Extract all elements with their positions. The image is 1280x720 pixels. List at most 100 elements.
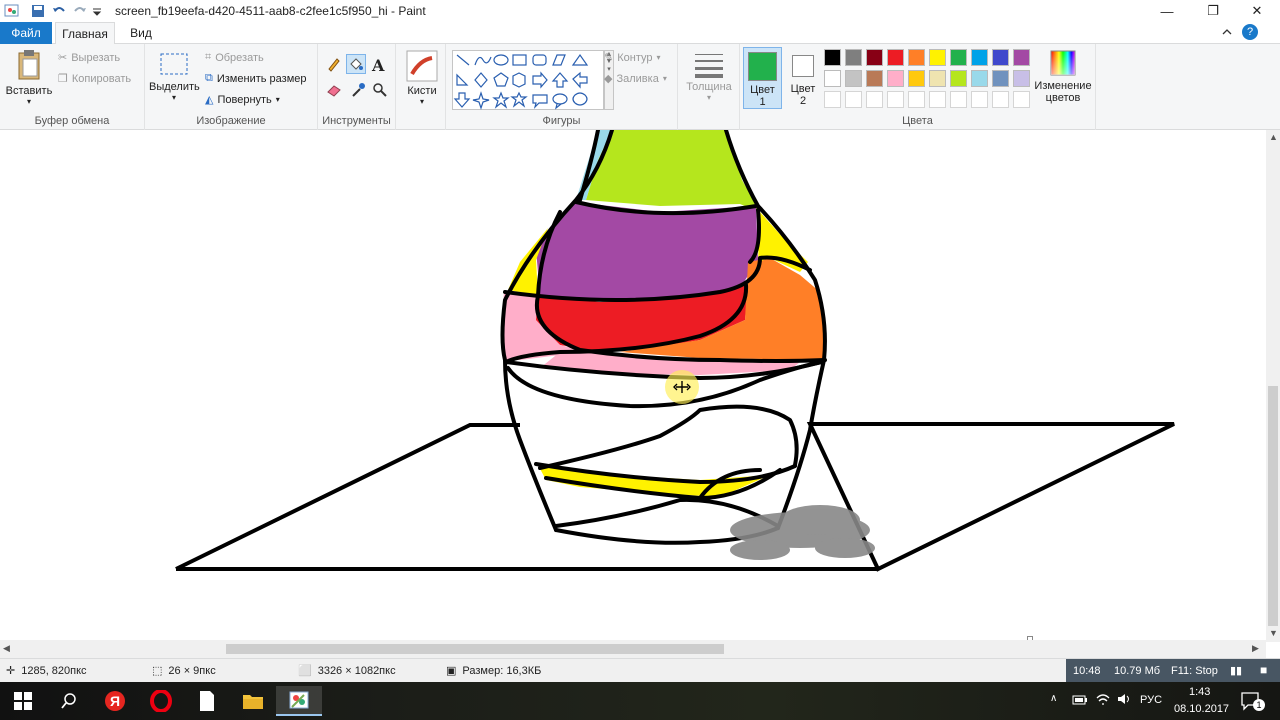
color1-button[interactable]: Цвет 1 — [743, 47, 782, 109]
clock-time[interactable]: 1:43 — [1189, 686, 1210, 698]
select-button[interactable]: Выделить ▾ — [149, 50, 200, 102]
palette-color-swatch[interactable] — [929, 70, 946, 87]
eraser-icon[interactable] — [326, 82, 342, 98]
notepad-button[interactable] — [184, 686, 230, 716]
scroll-down-arrow[interactable]: ▼ — [1269, 628, 1278, 638]
volume-icon[interactable] — [1116, 692, 1132, 709]
custom-color-slot[interactable] — [950, 91, 967, 108]
undo-icon[interactable] — [51, 3, 67, 19]
paste-button[interactable]: Вставить ▾ — [4, 48, 54, 106]
vertical-scrollbar[interactable]: ▲ ▼ — [1266, 130, 1280, 642]
palette-color-swatch[interactable] — [824, 70, 841, 87]
palette-color-swatch[interactable] — [950, 70, 967, 87]
action-center-button[interactable]: 1 — [1240, 691, 1265, 714]
select-dropdown-arrow[interactable]: ▾ — [149, 93, 199, 102]
brushes-group: Кисти ▾ — [396, 44, 446, 130]
fill-dropdown-arrow[interactable]: ▾ — [663, 74, 667, 83]
horizontal-scroll-thumb[interactable] — [226, 644, 724, 654]
file-menu[interactable]: Файл — [0, 22, 52, 44]
scroll-up-arrow[interactable]: ▲ — [1269, 132, 1278, 142]
vertical-scroll-thumb[interactable] — [1268, 386, 1278, 626]
horizontal-scrollbar[interactable]: ◀ ▶ — [0, 640, 1266, 658]
palette-color-swatch[interactable] — [1013, 49, 1030, 66]
palette-color-swatch[interactable] — [845, 49, 862, 66]
color-picker-icon[interactable] — [350, 82, 366, 98]
brushes-button[interactable]: Кисти ▾ — [402, 50, 442, 106]
palette-color-swatch[interactable] — [887, 49, 904, 66]
outline-dropdown-arrow[interactable]: ▾ — [656, 53, 660, 62]
palette-color-swatch[interactable] — [1013, 70, 1030, 87]
palette-color-swatch[interactable] — [971, 70, 988, 87]
paint-taskbar-button[interactable] — [276, 686, 322, 716]
palette-color-swatch[interactable] — [992, 49, 1009, 66]
resize-button[interactable]: ⧉ Изменить размер — [205, 72, 307, 85]
rotate-button[interactable]: ◭ Повернуть ▾ — [205, 93, 280, 107]
save-icon[interactable] — [30, 3, 46, 19]
custom-color-slot[interactable] — [845, 91, 862, 108]
opera-button[interactable] — [138, 686, 184, 716]
shapes-gallery-icons — [453, 53, 589, 110]
copy-button[interactable]: ❐ Копировать — [58, 72, 131, 86]
size-button[interactable]: Толщина ▾ — [684, 50, 734, 102]
custom-color-slot[interactable] — [929, 91, 946, 108]
file-explorer-button[interactable] — [230, 686, 276, 716]
custom-color-slot[interactable] — [908, 91, 925, 108]
redo-icon[interactable] — [72, 3, 88, 19]
edit-colors-button[interactable]: Изменение цветов — [1034, 49, 1092, 104]
shapes-gallery[interactable] — [452, 50, 604, 110]
palette-color-swatch[interactable] — [845, 70, 862, 87]
yandex-browser-button[interactable]: Я — [92, 686, 138, 716]
palette-color-swatch[interactable] — [950, 49, 967, 66]
brushes-dropdown-arrow[interactable]: ▾ — [402, 97, 442, 106]
crop-icon: ⌗ — [205, 51, 212, 63]
palette-color-swatch[interactable] — [929, 49, 946, 66]
custom-color-slot[interactable] — [866, 91, 883, 108]
pause-icon[interactable]: ▮▮ — [1230, 664, 1242, 677]
color2-button[interactable]: Цвет 2 — [786, 47, 820, 109]
rotate-dropdown-arrow[interactable]: ▾ — [276, 95, 280, 104]
tab-home[interactable]: Главная — [55, 22, 115, 45]
clock-date[interactable]: 08.10.2017 — [1174, 703, 1229, 715]
palette-color-swatch[interactable] — [887, 70, 904, 87]
custom-color-slot[interactable] — [992, 91, 1009, 108]
palette-color-swatch[interactable] — [992, 70, 1009, 87]
palette-color-swatch[interactable] — [908, 70, 925, 87]
cut-button[interactable]: ✂ Вырезать — [58, 51, 120, 65]
outline-button[interactable]: ✎ Контур ▾ — [604, 51, 661, 65]
collapse-ribbon-icon[interactable] — [1220, 25, 1234, 42]
customize-quick-access-icon[interactable] — [92, 3, 102, 19]
search-button[interactable] — [46, 686, 92, 716]
scroll-left-arrow[interactable]: ◀ — [3, 643, 10, 654]
custom-color-slot[interactable] — [971, 91, 988, 108]
size-dropdown-arrow[interactable]: ▾ — [684, 93, 734, 102]
custom-color-slot[interactable] — [887, 91, 904, 108]
magnifier-icon[interactable] — [372, 82, 388, 98]
drawing-canvas[interactable] — [0, 130, 1266, 640]
start-button[interactable] — [0, 686, 46, 716]
fill-button[interactable]: ◆ Заливка ▾ — [604, 72, 667, 86]
palette-color-swatch[interactable] — [866, 70, 883, 87]
minimize-button[interactable]: — — [1144, 0, 1190, 22]
pencil-icon[interactable] — [326, 56, 342, 72]
palette-color-swatch[interactable] — [971, 49, 988, 66]
custom-color-slot[interactable] — [1013, 91, 1030, 108]
battery-icon[interactable] — [1072, 693, 1088, 710]
custom-color-slot[interactable] — [824, 91, 841, 108]
palette-color-swatch[interactable] — [908, 49, 925, 66]
palette-color-swatch[interactable] — [866, 49, 883, 66]
text-tool-icon[interactable]: A — [372, 56, 388, 75]
stop-icon[interactable]: ■ — [1260, 663, 1267, 677]
scroll-right-arrow[interactable]: ▶ — [1252, 643, 1259, 654]
paste-dropdown-arrow[interactable]: ▾ — [4, 97, 54, 106]
help-button[interactable]: ? — [1242, 24, 1258, 40]
show-hidden-icons[interactable]: ∧ — [1050, 693, 1057, 704]
palette-color-swatch[interactable] — [824, 49, 841, 66]
close-button[interactable]: ✕ — [1234, 0, 1280, 22]
tab-view[interactable]: Вид — [118, 22, 164, 44]
recorder-stop[interactable]: F11: Stop — [1171, 665, 1218, 677]
maximize-button[interactable]: ❐ — [1190, 0, 1236, 22]
input-language[interactable]: РУС — [1140, 694, 1162, 706]
crop-button[interactable]: ⌗ Обрезать — [205, 51, 264, 64]
fill-bucket-icon[interactable] — [346, 54, 366, 74]
wifi-icon[interactable] — [1095, 692, 1111, 709]
